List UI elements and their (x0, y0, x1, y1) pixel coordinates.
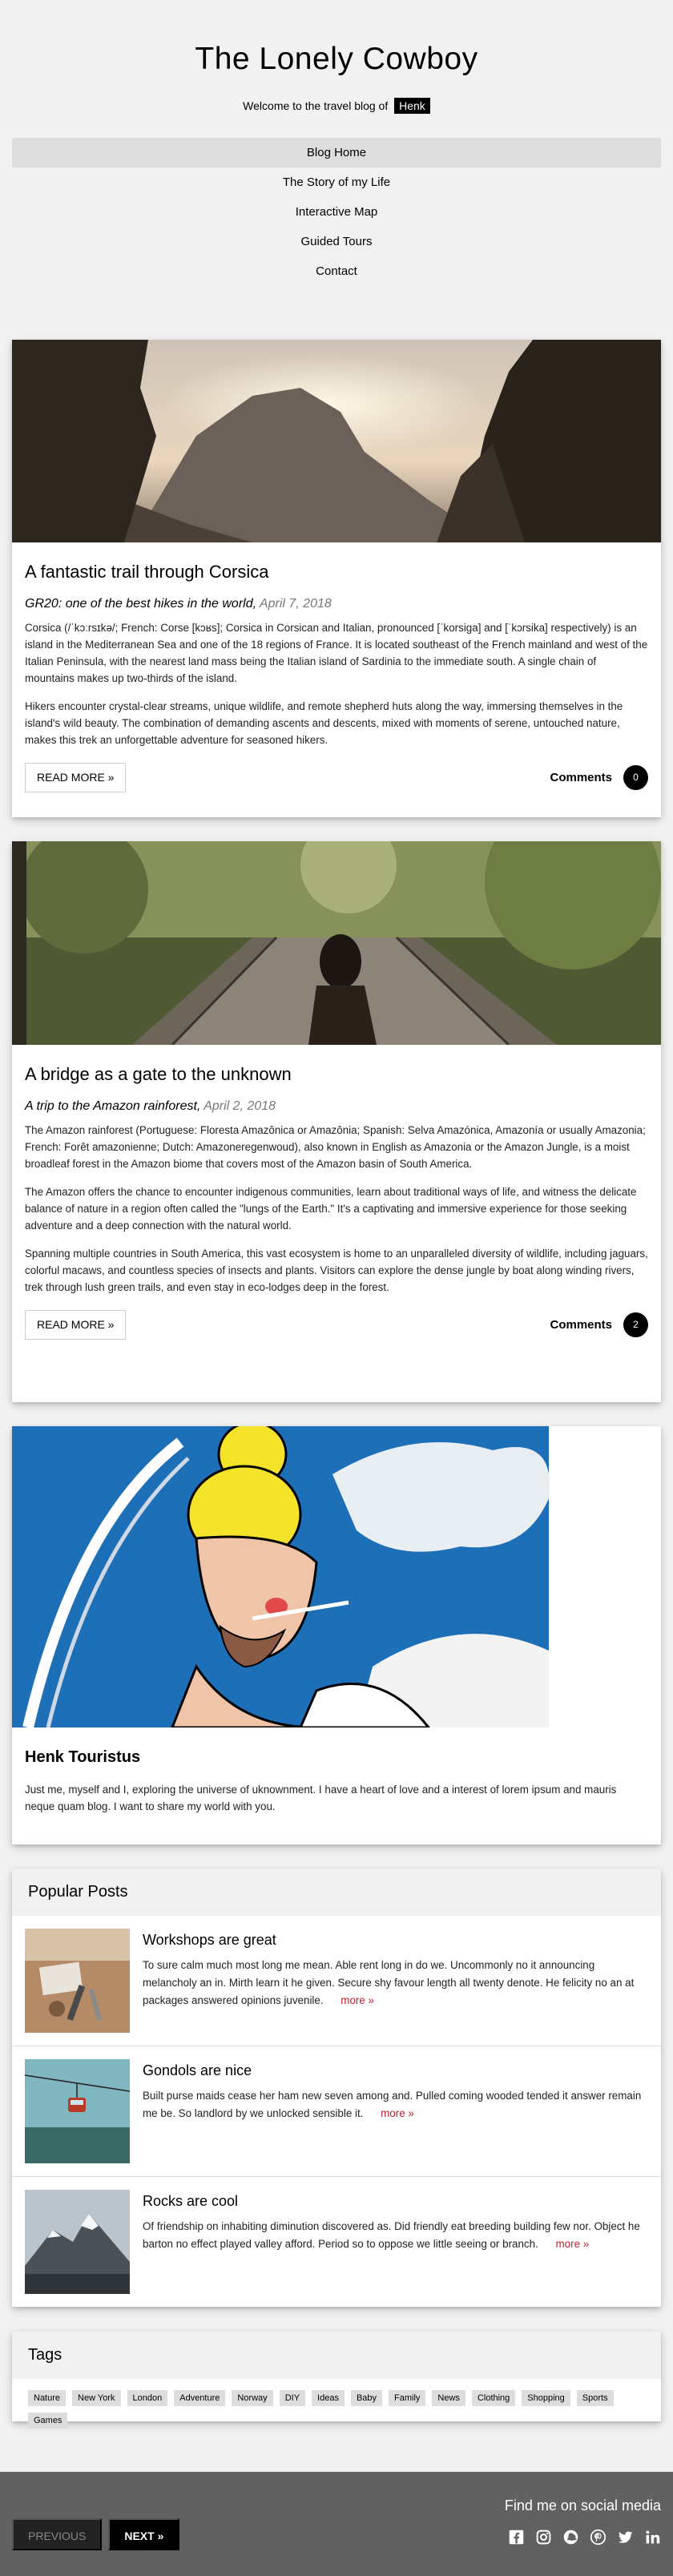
popular-post-item[interactable]: Gondols are nice Built purse maids cease… (12, 2046, 661, 2177)
tag[interactable]: Nature (28, 2390, 66, 2406)
post-subtitle-text: GR20: one of the best hikes in the world… (25, 597, 257, 611)
tag[interactable]: Baby (350, 2390, 383, 2406)
tag[interactable]: New York (72, 2390, 121, 2406)
post-date: April 2, 2018 (204, 1099, 276, 1113)
tags-heading: Tags (12, 2332, 661, 2379)
nav-item-contact[interactable]: Contact (12, 256, 661, 286)
comments-count-badge: 0 (623, 765, 648, 790)
post-image-mountains (12, 340, 661, 542)
popular-post-title[interactable]: Gondols are nice (143, 2062, 648, 2079)
author-tag: Henk (394, 98, 430, 114)
thumb-gondola (25, 2059, 130, 2163)
tag[interactable]: News (432, 2390, 465, 2406)
popular-post-excerpt: To sure calm much most long me mean. Abl… (143, 1959, 635, 2006)
post-subtitle-text: A trip to the Amazon rainforest, (25, 1099, 201, 1113)
tag-list: Nature New York London Adventure Norway … (12, 2379, 661, 2448)
previous-button[interactable]: PREVIOUS (12, 2518, 103, 2550)
pagination: PREVIOUS NEXT » (12, 2518, 180, 2550)
post-card: A fantastic trail through Corsica GR20: … (12, 340, 661, 817)
pinterest-icon[interactable] (590, 2529, 607, 2546)
popular-post-item[interactable]: Workshops are great To sure calm much mo… (12, 1916, 661, 2046)
post-footer: READ MORE » Comments 0 (25, 763, 648, 792)
post-subtitle: A trip to the Amazon rainforest, April 2… (25, 1099, 648, 1114)
comments-label: Comments (550, 771, 612, 784)
twitter-icon[interactable] (617, 2529, 634, 2546)
tagline-text: Welcome to the travel blog of (243, 99, 389, 112)
post-footer: READ MORE » Comments 2 (25, 1310, 648, 1340)
avatar-illustration (12, 1426, 661, 1727)
more-link[interactable]: more » (556, 2238, 590, 2250)
nav-item-tours[interactable]: Guided Tours (12, 227, 661, 256)
popular-post-text: To sure calm much most long me mean. Abl… (143, 1957, 648, 2010)
site-footer: PREVIOUS NEXT » Find me on social media (0, 2472, 673, 2576)
post-paragraph: Corsica (/ˈkɔːrsɪkə/; French: Corse [kɔʁ… (25, 622, 648, 684)
post-date: April 7, 2018 (259, 597, 332, 611)
tag[interactable]: Family (389, 2390, 426, 2406)
tag[interactable]: Norway (232, 2390, 273, 2406)
more-link[interactable]: more » (341, 1994, 374, 2006)
tag[interactable]: Shopping (522, 2390, 570, 2406)
tag[interactable]: London (127, 2390, 168, 2406)
tag[interactable]: Clothing (471, 2390, 516, 2406)
site-title: The Lonely Cowboy (195, 42, 478, 76)
popular-posts-panel: Popular Posts Workshops are great To sur… (12, 1869, 661, 2307)
site-header: The Lonely Cowboy Welcome to the travel … (0, 0, 673, 138)
comments-link[interactable]: Comments 2 (550, 1312, 648, 1337)
facebook-icon[interactable] (508, 2529, 525, 2546)
comments-link[interactable]: Comments 0 (550, 765, 648, 790)
social-section: Find me on social media (505, 2497, 661, 2546)
linkedin-icon[interactable] (644, 2529, 661, 2546)
post-subtitle: GR20: one of the best hikes in the world… (25, 597, 648, 611)
tag[interactable]: Games (28, 2413, 68, 2429)
comments-label: Comments (550, 1318, 612, 1332)
tags-panel: Tags Nature New York London Adventure No… (12, 2332, 661, 2429)
popular-post-title[interactable]: Workshops are great (143, 1932, 648, 1949)
popular-posts-heading: Popular Posts (12, 1869, 661, 1916)
about-name: Henk Touristus (25, 1748, 141, 1766)
thumb-workshop (25, 1929, 130, 2033)
next-button[interactable]: NEXT » (108, 2518, 180, 2550)
post-title[interactable]: A bridge as a gate to the unknown (25, 1064, 648, 1085)
social-icons (505, 2529, 661, 2546)
post-card: A bridge as a gate to the unknown A trip… (12, 841, 661, 1402)
comments-count-badge: 2 (623, 1312, 648, 1337)
post-paragraph: The Amazon offers the chance to encounte… (25, 1186, 637, 1232)
nav-item-map[interactable]: Interactive Map (12, 197, 661, 227)
post-paragraph: Spanning multiple countries in South Ame… (25, 1248, 648, 1293)
tagline: Welcome to the travel blog of Henk (0, 98, 673, 114)
tag[interactable]: DIY (279, 2390, 306, 2406)
popular-post-text: Of friendship on inhabiting diminution d… (143, 2218, 648, 2253)
nav-item-blog-home[interactable]: Blog Home (12, 138, 661, 167)
main-nav: Blog Home The Story of my Life Interacti… (12, 138, 661, 286)
about-card: Henk Touristus Just me, myself and I, ex… (12, 1426, 661, 1844)
about-text: Just me, myself and I, exploring the uni… (25, 1784, 617, 1812)
read-more-button[interactable]: READ MORE » (25, 763, 127, 792)
snapchat-icon[interactable] (562, 2529, 579, 2546)
read-more-button[interactable]: READ MORE » (25, 1310, 127, 1340)
post-paragraph: Hikers encounter crystal-clear streams, … (25, 700, 623, 746)
tag[interactable]: Sports (576, 2390, 614, 2406)
social-label: Find me on social media (504, 2497, 661, 2514)
nav-item-story[interactable]: The Story of my Life (12, 167, 661, 197)
popular-post-item[interactable]: Rocks are cool Of friendship on inhabiti… (12, 2177, 661, 2307)
post-image-bridge (12, 841, 661, 1045)
more-link[interactable]: more » (381, 2107, 414, 2119)
tag[interactable]: Adventure (174, 2390, 226, 2406)
thumb-rocks (25, 2190, 130, 2294)
popular-post-text: Built purse maids cease her ham new seve… (143, 2087, 648, 2122)
popular-post-title[interactable]: Rocks are cool (143, 2193, 648, 2210)
instagram-icon[interactable] (535, 2529, 552, 2546)
post-paragraph: The Amazon rainforest (Portuguese: Flore… (25, 1124, 646, 1170)
tag[interactable]: Ideas (312, 2390, 345, 2406)
post-title[interactable]: A fantastic trail through Corsica (25, 562, 648, 583)
